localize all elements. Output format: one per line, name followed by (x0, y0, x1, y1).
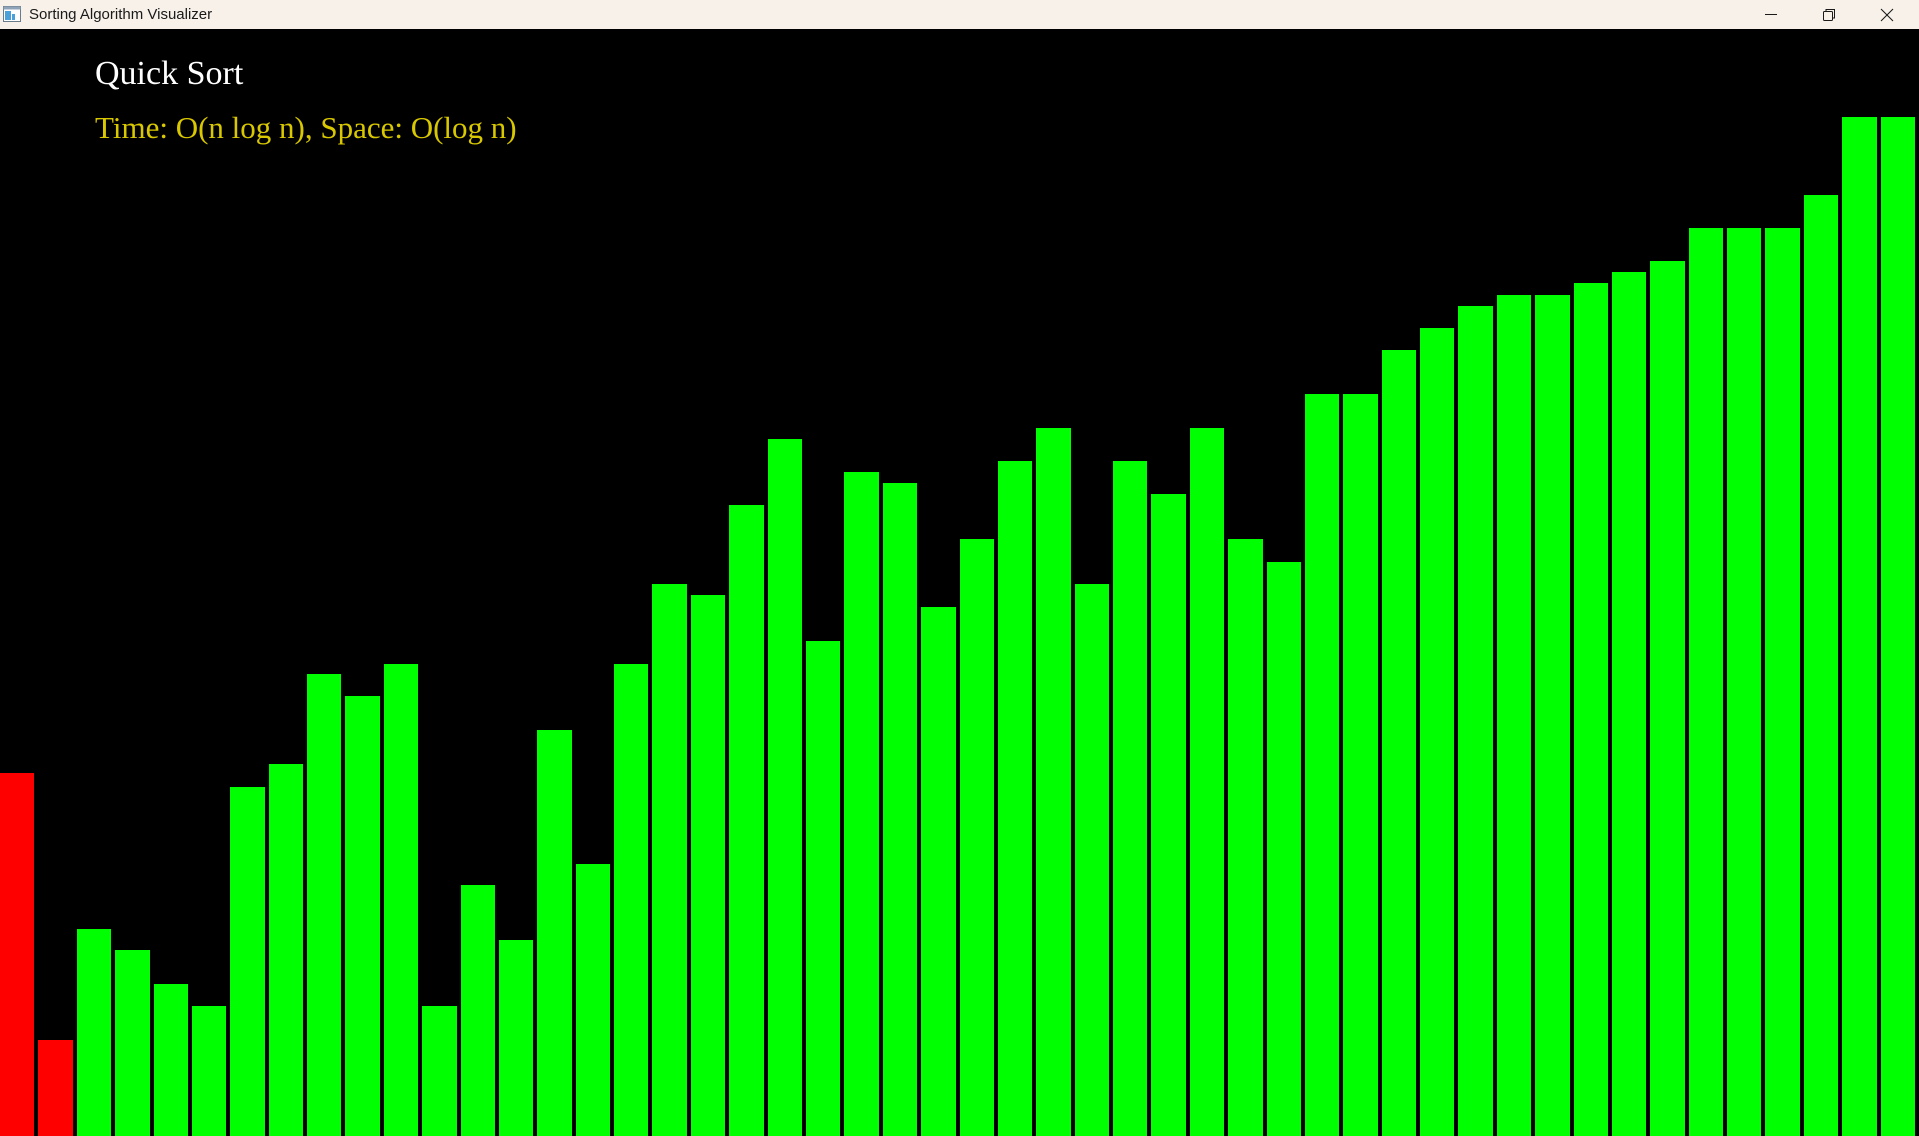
app-icon (3, 6, 21, 22)
bar (1612, 272, 1646, 1136)
bar (1727, 228, 1761, 1136)
bar (1151, 494, 1186, 1136)
bar (1113, 461, 1147, 1136)
bar (499, 940, 533, 1136)
bar-active (38, 1040, 73, 1136)
bar (461, 885, 495, 1136)
app-window: Sorting Algorithm Visualizer Quick Sort … (0, 0, 1919, 1136)
bar (1305, 394, 1339, 1136)
bar (921, 607, 956, 1136)
bar (307, 674, 341, 1136)
bar (1228, 539, 1263, 1136)
bar (768, 439, 802, 1136)
bar (960, 539, 994, 1136)
bar (883, 483, 917, 1136)
bar (652, 584, 687, 1136)
bar (1689, 228, 1723, 1136)
bar (1075, 584, 1109, 1136)
bar (998, 461, 1032, 1136)
bar (691, 595, 725, 1136)
bar (1535, 295, 1570, 1136)
title-bar[interactable]: Sorting Algorithm Visualizer (0, 0, 1919, 29)
restore-button[interactable] (1800, 0, 1858, 29)
algorithm-complexity: Time: O(n log n), Space: O(log n) (95, 110, 517, 145)
minimize-button[interactable] (1742, 0, 1800, 29)
bar (844, 472, 879, 1136)
close-button[interactable] (1858, 0, 1916, 29)
bar (806, 641, 840, 1136)
bar (1190, 428, 1224, 1136)
bar (576, 864, 610, 1136)
bar (115, 950, 150, 1136)
bar (1267, 562, 1301, 1136)
bar (1881, 117, 1915, 1136)
window-title: Sorting Algorithm Visualizer (29, 6, 213, 23)
bar (729, 505, 764, 1136)
bar (1420, 328, 1454, 1136)
bar (1036, 428, 1071, 1136)
bar (77, 929, 111, 1136)
bar (1497, 295, 1531, 1136)
bar (1574, 283, 1608, 1136)
bar (1804, 195, 1838, 1136)
bar (1765, 228, 1800, 1136)
bar (1650, 261, 1685, 1136)
bar (614, 664, 648, 1136)
restore-icon (1823, 9, 1835, 21)
visualizer-canvas: Quick Sort Time: O(n log n), Space: O(lo… (0, 29, 1919, 1136)
bar (1458, 306, 1493, 1136)
bar (1842, 117, 1877, 1136)
bar (422, 1006, 457, 1136)
bar-active (0, 773, 34, 1136)
minimize-icon (1765, 14, 1777, 15)
bar (192, 1006, 226, 1136)
bar (1382, 350, 1416, 1136)
bar (537, 730, 572, 1136)
bar (154, 984, 188, 1136)
bar (1343, 394, 1378, 1136)
bar (269, 764, 303, 1136)
bar (384, 664, 418, 1136)
close-icon (1880, 8, 1894, 22)
bar (230, 787, 265, 1136)
bar-chart (0, 117, 1915, 1136)
bar (345, 696, 380, 1136)
algorithm-name: Quick Sort (95, 55, 244, 92)
